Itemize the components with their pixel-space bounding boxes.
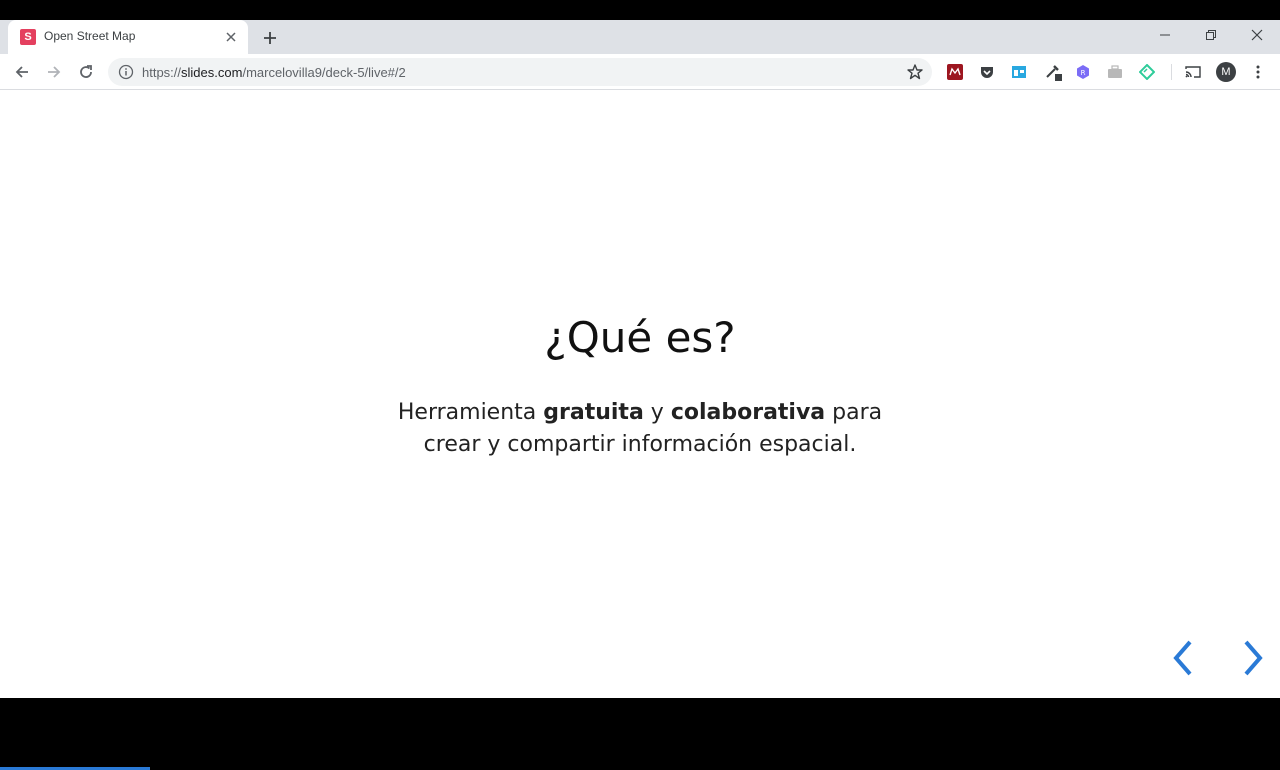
- url-path: /marcelovilla9/deck-5/live#/2: [242, 65, 406, 80]
- tab-open-street-map[interactable]: S Open Street Map: [8, 20, 248, 54]
- tab-title: Open Street Map: [44, 29, 136, 43]
- info-icon[interactable]: [118, 64, 134, 80]
- url-host: slides.com: [181, 65, 243, 80]
- toolbar: https://slides.com/marcelovilla9/deck-5/…: [0, 54, 1280, 90]
- text-para: para: [825, 400, 883, 425]
- text-herramienta: Herramienta: [397, 400, 544, 425]
- slides-favicon-icon: S: [20, 29, 36, 45]
- slide-body: Herramienta gratuita y colaborativa para…: [340, 397, 940, 461]
- minimize-icon[interactable]: [1150, 22, 1180, 48]
- next-slide-arrow-icon[interactable]: [1238, 638, 1268, 678]
- slide-title: ¿Qué es?: [544, 313, 736, 362]
- diamond-icon[interactable]: [1138, 63, 1156, 81]
- hexagon-icon[interactable]: R: [1074, 63, 1092, 81]
- restore-icon[interactable]: [1196, 22, 1226, 48]
- text-colaborativa: colaborativa: [670, 400, 826, 425]
- cast-icon[interactable]: [1184, 63, 1202, 81]
- previous-slide-arrow-icon[interactable]: [1168, 638, 1198, 678]
- tab-strip: S Open Street Map: [0, 20, 1280, 54]
- svg-text:R: R: [1081, 69, 1086, 77]
- pocket-icon[interactable]: [978, 63, 996, 81]
- back-arrow-icon[interactable]: [10, 60, 34, 84]
- address-bar[interactable]: https://slides.com/marcelovilla9/deck-5/…: [108, 58, 932, 86]
- reload-icon[interactable]: [74, 60, 98, 84]
- mendeley-icon[interactable]: [946, 63, 964, 81]
- slide-content: ¿Qué es? Herramienta gratuita y colabora…: [0, 91, 1280, 770]
- text-y: y: [643, 400, 671, 425]
- briefcase-icon[interactable]: [1106, 63, 1124, 81]
- forward-arrow-icon[interactable]: [42, 60, 66, 84]
- menu-dots-icon[interactable]: [1248, 62, 1268, 82]
- toolbar-separator: [1171, 64, 1172, 80]
- profile-avatar[interactable]: M: [1216, 62, 1236, 82]
- bookmark-star-icon[interactable]: [906, 63, 924, 81]
- url-scheme: https://: [142, 65, 182, 80]
- screen: S Open Street Map https://slides.com/mar…: [0, 0, 1280, 770]
- slide-body-line-1: Herramienta gratuita y colaborativa para: [340, 397, 940, 429]
- browser-window: S Open Street Map https://slides.com/mar…: [0, 20, 1280, 770]
- new-tab-button[interactable]: [258, 26, 282, 50]
- dropper-icon[interactable]: [1044, 63, 1062, 81]
- text-gratuita: gratuita: [543, 400, 644, 425]
- window-close-icon[interactable]: [1242, 22, 1272, 48]
- slide-body-line-2: crear y compartir información espacial.: [423, 432, 857, 457]
- url-text[interactable]: https://slides.com/marcelovilla9/deck-5/…: [142, 65, 406, 80]
- close-icon[interactable]: [222, 28, 240, 46]
- window-icon[interactable]: [1010, 63, 1028, 81]
